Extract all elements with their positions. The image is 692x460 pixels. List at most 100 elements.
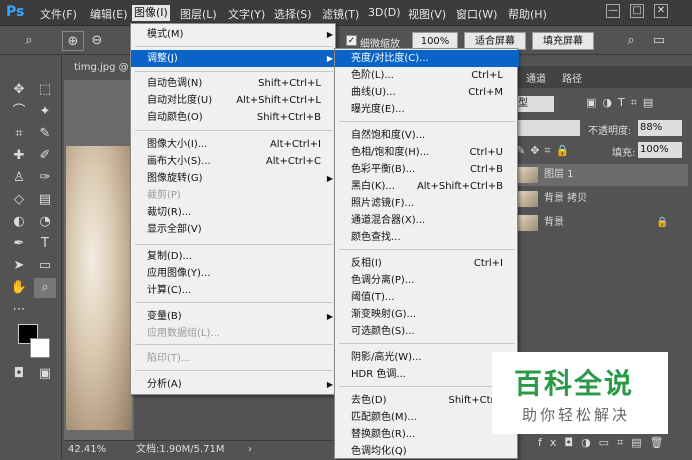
shape-tool-icon[interactable]: ▭ xyxy=(34,256,56,276)
tab-channels[interactable]: 通道 xyxy=(526,70,546,85)
zoom-out-icon[interactable]: ⊖ xyxy=(86,31,108,51)
hand-tool-icon[interactable]: ✋ xyxy=(8,278,30,298)
image-menu-item[interactable]: 应用图像(Y)... xyxy=(131,265,337,282)
adjust-menu-item-label: 色彩平衡(B)... xyxy=(351,164,416,175)
dodge-tool-icon[interactable]: ◔ xyxy=(34,212,56,232)
menu-view[interactable]: 视图(V) xyxy=(408,6,446,22)
adjust-menu-item[interactable]: 色相/饱和度(H)... Ctrl+U xyxy=(335,144,519,161)
status-arrow-icon[interactable]: › xyxy=(248,441,252,459)
adjust-menu-item[interactable]: 亮度/对比度(C)... xyxy=(335,50,519,67)
adjust-menu-item[interactable]: 渐变映射(G)... xyxy=(335,306,519,323)
layer-row[interactable]: 背景 拷贝 xyxy=(516,188,688,210)
background-color-swatch[interactable] xyxy=(30,338,50,358)
layer-row[interactable]: 背景 🔒 xyxy=(516,212,688,234)
menu-filter[interactable]: 滤镜(T) xyxy=(322,6,359,22)
zoom-tool-active-icon[interactable]: ⌕ xyxy=(34,278,56,298)
workspace-icon[interactable]: ▭ xyxy=(648,31,670,51)
zoom-tool-icon[interactable]: ⌕ xyxy=(18,31,40,51)
quick-mask-icon[interactable]: ◘ xyxy=(8,364,30,384)
more-tools-icon[interactable]: ⋯ xyxy=(8,300,30,320)
adjust-menu-item[interactable]: 通道混合器(X)... xyxy=(335,212,519,229)
menu-file[interactable]: 文件(F) xyxy=(40,6,77,22)
document-tab[interactable]: timg.jpg @ xyxy=(64,58,132,78)
image-menu-item[interactable]: 图像大小(I)... Alt+Ctrl+I xyxy=(131,136,337,153)
gradient-tool-icon[interactable]: ▤ xyxy=(34,190,56,210)
opacity-input[interactable]: 88% xyxy=(638,120,682,136)
image-menu-item[interactable]: 模式(M) ▶ xyxy=(131,26,337,43)
history-brush-icon[interactable]: ✑ xyxy=(34,168,56,188)
adjust-menu-item[interactable]: 曲线(U)... Ctrl+M xyxy=(335,84,519,101)
maximize-button[interactable]: □ xyxy=(630,4,644,18)
menu-3d[interactable]: 3D(D) xyxy=(368,6,401,19)
adjust-menu-item[interactable]: 自然饱和度(V)... xyxy=(335,127,519,144)
adjust-menu-item[interactable]: 色调均化(Q) xyxy=(335,443,519,460)
adjust-menu-item[interactable]: 黑白(K)... Alt+Shift+Ctrl+B xyxy=(335,178,519,195)
image-menu-item[interactable]: 显示全部(V) xyxy=(131,221,337,238)
pen-tool-icon[interactable]: ✒ xyxy=(8,234,30,254)
blend-mode-select[interactable] xyxy=(516,120,580,136)
adjust-menu-item[interactable]: 照片滤镜(F)... xyxy=(335,195,519,212)
close-button[interactable]: ✕ xyxy=(654,4,668,18)
image-menu-item[interactable]: 图像旋转(G) ▶ xyxy=(131,170,337,187)
image-menu-item[interactable]: 分析(A) ▶ xyxy=(131,376,337,393)
eraser-tool-icon[interactable]: ◇ xyxy=(8,190,30,210)
brush-tool-icon[interactable]: ✐ xyxy=(34,146,56,166)
fill-screen-button[interactable]: 填充屏幕 xyxy=(532,32,594,50)
menu-image[interactable]: 图像(I) xyxy=(132,5,170,21)
menu-window[interactable]: 窗口(W) xyxy=(456,6,497,22)
image-menu-item-label: 显示全部(V) xyxy=(147,224,202,235)
adjust-menu-item[interactable]: 色阶(L)... Ctrl+L xyxy=(335,67,519,84)
menu-select[interactable]: 选择(S) xyxy=(274,6,312,22)
zoom-in-icon[interactable]: ⊕ xyxy=(62,31,84,51)
layer-row[interactable]: 图层 1 xyxy=(516,164,688,186)
adjust-menu-item[interactable]: 颜色查找... xyxy=(335,229,519,246)
lock-icon: 🔒 xyxy=(656,217,669,228)
eyedropper-icon[interactable]: ✎ xyxy=(34,124,56,144)
minimize-button[interactable]: — xyxy=(606,4,620,18)
menu-separator xyxy=(135,71,333,72)
menu-help[interactable]: 帮助(H) xyxy=(508,6,547,22)
image-menu-item[interactable]: 裁切(R)... xyxy=(131,204,337,221)
image-menu-item[interactable]: 复制(D)... xyxy=(131,248,337,265)
filter-kind-select[interactable]: 型 xyxy=(516,96,554,112)
search-icon[interactable]: ⌕ xyxy=(620,31,642,51)
lock-icons[interactable]: ✎✥⌗🔒 xyxy=(516,144,574,158)
image-menu-item[interactable]: 自动色调(N) Shift+Ctrl+L xyxy=(131,75,337,92)
image-menu-item[interactable]: 裁剪(P) xyxy=(131,187,337,204)
marquee-tool-icon[interactable]: ⬚ xyxy=(34,80,56,100)
adjust-menu-item[interactable]: 曝光度(E)... xyxy=(335,101,519,118)
lasso-tool-icon[interactable]: ⌒ xyxy=(8,102,30,122)
image-menu-item[interactable]: 计算(C)... xyxy=(131,282,337,299)
image-menu-item[interactable]: 画布大小(S)... Alt+Ctrl+C xyxy=(131,153,337,170)
stamp-tool-icon[interactable]: ♙ xyxy=(8,168,30,188)
menu-type[interactable]: 文字(Y) xyxy=(228,6,265,22)
type-tool-icon[interactable]: T xyxy=(34,234,56,254)
adjust-menu-item[interactable]: 阈值(T)... xyxy=(335,289,519,306)
panel-footer-icons[interactable]: fx◘◑▭⌗▤🗑 xyxy=(538,436,672,450)
image-menu-item[interactable]: 应用数据组(L)... xyxy=(131,325,337,342)
magic-wand-icon[interactable]: ✦ xyxy=(34,102,56,122)
image-menu-item[interactable]: 陷印(T)... xyxy=(131,350,337,367)
adjust-menu-item[interactable]: 色彩平衡(B)... Ctrl+B xyxy=(335,161,519,178)
image-menu-item[interactable]: 自动对比度(U) Alt+Shift+Ctrl+L xyxy=(131,92,337,109)
image-menu-item[interactable]: 调整(J) ▶ xyxy=(131,50,337,67)
path-select-icon[interactable]: ➤ xyxy=(8,256,30,276)
fill-input[interactable]: 100% xyxy=(638,142,682,158)
image-menu-item-label: 分析(A) xyxy=(147,379,182,390)
scrubby-zoom-checkbox[interactable]: ✓ xyxy=(346,35,357,46)
tab-paths[interactable]: 路径 xyxy=(562,70,582,85)
menu-edit[interactable]: 编辑(E) xyxy=(90,6,128,22)
zoom-readout[interactable]: 42.41% xyxy=(68,441,106,459)
image-menu-item[interactable]: 变量(B) ▶ xyxy=(131,308,337,325)
screen-mode-icon[interactable]: ▣ xyxy=(34,364,56,384)
filter-icons[interactable]: ▣◑T⌗▤ xyxy=(586,96,659,110)
menu-layer[interactable]: 图层(L) xyxy=(180,6,217,22)
move-tool-icon[interactable]: ✥ xyxy=(8,80,30,100)
adjust-menu-item[interactable]: 反相(I) Ctrl+I xyxy=(335,255,519,272)
crop-tool-icon[interactable]: ⌗ xyxy=(8,124,30,144)
adjust-menu-item[interactable]: 可选颜色(S)... xyxy=(335,323,519,340)
blur-tool-icon[interactable]: ◐ xyxy=(8,212,30,232)
adjust-menu-item[interactable]: 色调分离(P)... xyxy=(335,272,519,289)
image-menu-item[interactable]: 自动颜色(O) Shift+Ctrl+B xyxy=(131,109,337,126)
healing-brush-icon[interactable]: ✚ xyxy=(8,146,30,166)
